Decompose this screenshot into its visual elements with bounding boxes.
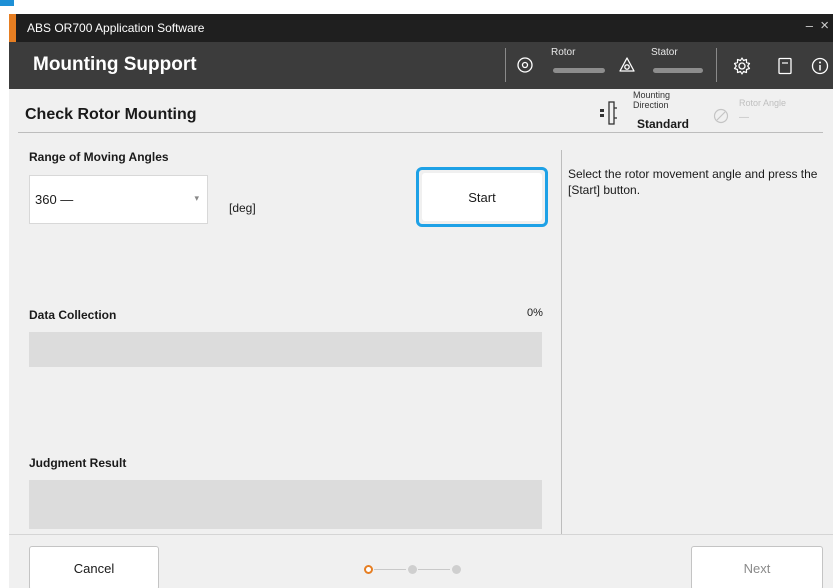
progress-percent: 0% — [527, 307, 543, 319]
panel-divider — [561, 150, 562, 535]
start-button-label: Start — [422, 173, 542, 221]
title-divider — [18, 132, 823, 133]
title-accent — [9, 14, 16, 42]
unit-label: [deg] — [229, 201, 256, 215]
range-label: Range of Moving Angles — [29, 150, 169, 164]
title-bar: ABS OR700 Application Software – × — [9, 14, 833, 42]
mounting-direction-icon — [597, 100, 621, 126]
step-dot — [408, 565, 417, 574]
cancel-button[interactable]: Cancel — [29, 546, 159, 588]
data-collection-progress-bar — [29, 332, 542, 367]
header-divider — [505, 48, 506, 82]
angle-range-value: 360 — — [35, 192, 74, 207]
data-collection-label: Data Collection — [29, 308, 117, 322]
mounting-direction-label-line2: Direction — [633, 100, 669, 110]
rotor-angle-value: — — [739, 112, 749, 123]
stator-icon[interactable] — [617, 55, 637, 75]
instructions-text: Select the rotor movement angle and pres… — [568, 167, 818, 197]
rotor-icon[interactable] — [515, 55, 535, 75]
application-window: ABS OR700 Application Software – × Mount… — [9, 14, 833, 588]
stator-serial-redacted — [653, 68, 703, 73]
close-button[interactable]: × — [820, 17, 829, 34]
stator-label: Stator — [651, 47, 678, 58]
minimize-button[interactable]: – — [806, 18, 813, 33]
step-dot — [452, 565, 461, 574]
step-connector — [374, 569, 406, 570]
judgment-result-label: Judgment Result — [29, 456, 127, 470]
step-dot — [364, 565, 373, 574]
window-title: ABS OR700 Application Software — [27, 21, 205, 35]
page-title: Check Rotor Mounting — [25, 106, 197, 123]
header-bar: Mounting Support Rotor Stator — [9, 42, 833, 89]
mounting-direction-value: Standard — [637, 117, 690, 131]
settings-icon[interactable] — [731, 55, 753, 77]
corner-accent — [0, 0, 14, 6]
info-icon[interactable] — [809, 55, 831, 77]
mounting-direction-label-line1: Mounting — [633, 90, 671, 100]
start-button[interactable]: Start — [416, 167, 548, 227]
header-divider-2 — [716, 48, 717, 82]
angle-range-select[interactable]: 360 — ▾ — [29, 175, 208, 224]
manual-icon[interactable] — [775, 55, 795, 77]
next-button[interactable]: Next — [691, 546, 823, 588]
step-connector — [418, 569, 450, 570]
rotor-angle-icon — [713, 108, 729, 124]
chevron-down-icon: ▾ — [194, 193, 199, 203]
page-header-title: Mounting Support — [33, 54, 197, 75]
judgment-result-box — [29, 480, 542, 529]
footer-divider — [9, 534, 833, 535]
rotor-angle-label: Rotor Angle — [739, 98, 787, 108]
rotor-serial-redacted — [553, 68, 605, 73]
rotor-label: Rotor — [551, 47, 576, 58]
